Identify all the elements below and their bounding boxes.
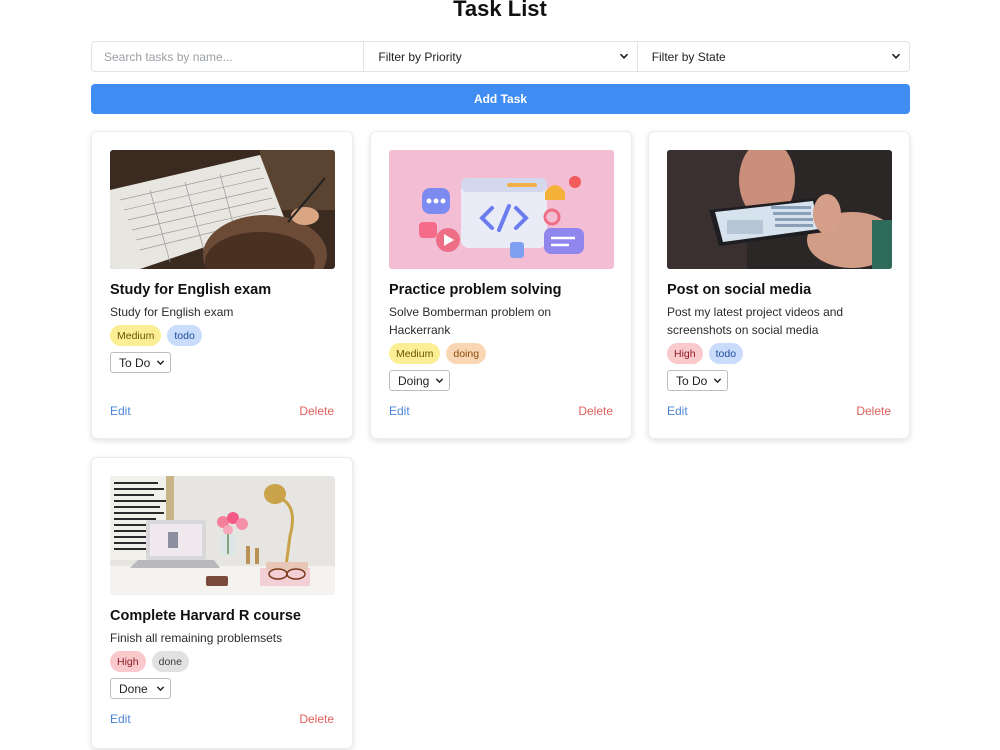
task-title: Study for English exam <box>110 282 272 298</box>
page-title: Task List <box>453 0 547 21</box>
priority-badge: Medium <box>110 325 162 346</box>
state-badge: doing <box>446 343 487 364</box>
task-description: Post my latest project videos and screen… <box>667 305 844 337</box>
task-card: Study for English exam Study for English… <box>91 131 353 439</box>
state-select-value: Doing <box>398 373 430 388</box>
desk-with-laptop-and-lamp-image <box>110 476 335 595</box>
task-image <box>110 150 335 269</box>
task-badges: High done <box>110 651 189 672</box>
chevron-down-icon <box>156 360 165 366</box>
hands-holding-smartphone-image <box>667 150 892 269</box>
person-writing-exam-paper-image <box>110 150 335 269</box>
task-image <box>667 150 892 269</box>
state-select[interactable]: Done <box>110 678 171 699</box>
state-select[interactable]: To Do <box>667 370 728 391</box>
task-card: Practice problem solving Solve Bomberman… <box>370 131 632 439</box>
filter-bar: Filter by Priority Filter by State <box>91 41 910 72</box>
task-badges: High todo <box>667 343 744 364</box>
state-badge: done <box>151 651 189 672</box>
chevron-down-icon <box>435 378 444 384</box>
state-badge: todo <box>708 343 744 364</box>
task-title: Complete Harvard R course <box>110 608 301 624</box>
chevron-down-icon <box>713 378 722 384</box>
priority-badge: High <box>110 651 146 672</box>
task-image <box>110 476 335 595</box>
task-badges: Medium todo <box>110 325 202 346</box>
priority-badge: Medium <box>389 343 441 364</box>
task-description: Solve Bomberman problem on Hackerrank <box>389 305 552 337</box>
search-input[interactable] <box>92 42 365 71</box>
chevron-down-icon <box>891 53 901 59</box>
code-window-illustration-image <box>389 150 614 269</box>
task-title: Practice problem solving <box>389 282 562 298</box>
task-image <box>389 150 614 269</box>
task-title: Post on social media <box>667 282 812 298</box>
delete-link[interactable]: Delete <box>299 404 334 418</box>
priority-filter-select[interactable]: Filter by Priority <box>364 42 636 71</box>
state-select[interactable]: To Do <box>110 352 171 373</box>
state-filter-select[interactable]: Filter by State <box>636 42 909 71</box>
edit-link[interactable]: Edit <box>110 712 131 726</box>
add-task-button[interactable]: Add Task <box>91 84 910 114</box>
delete-link[interactable]: Delete <box>578 404 613 418</box>
chevron-down-icon <box>156 686 165 692</box>
task-card: Post on social media Post my latest proj… <box>648 131 910 439</box>
task-description: Study for English exam <box>110 305 234 319</box>
delete-link[interactable]: Delete <box>299 712 334 726</box>
delete-link[interactable]: Delete <box>856 404 891 418</box>
task-card: Complete Harvard R course Finish all rem… <box>91 457 353 749</box>
edit-link[interactable]: Edit <box>389 404 410 418</box>
priority-badge: High <box>667 343 703 364</box>
state-select-value: To Do <box>676 373 708 388</box>
chevron-down-icon <box>619 53 628 59</box>
priority-filter-label: Filter by Priority <box>378 49 462 64</box>
state-filter-label: Filter by State <box>651 49 726 64</box>
task-description: Finish all remaining problemsets <box>110 631 283 645</box>
state-select[interactable]: Doing <box>389 370 450 391</box>
state-select-value: To Do <box>119 355 151 370</box>
edit-link[interactable]: Edit <box>667 404 688 418</box>
edit-link[interactable]: Edit <box>110 404 131 418</box>
state-badge: todo <box>167 325 202 346</box>
state-select-value: Done <box>119 681 148 696</box>
task-badges: Medium doing <box>389 343 487 364</box>
